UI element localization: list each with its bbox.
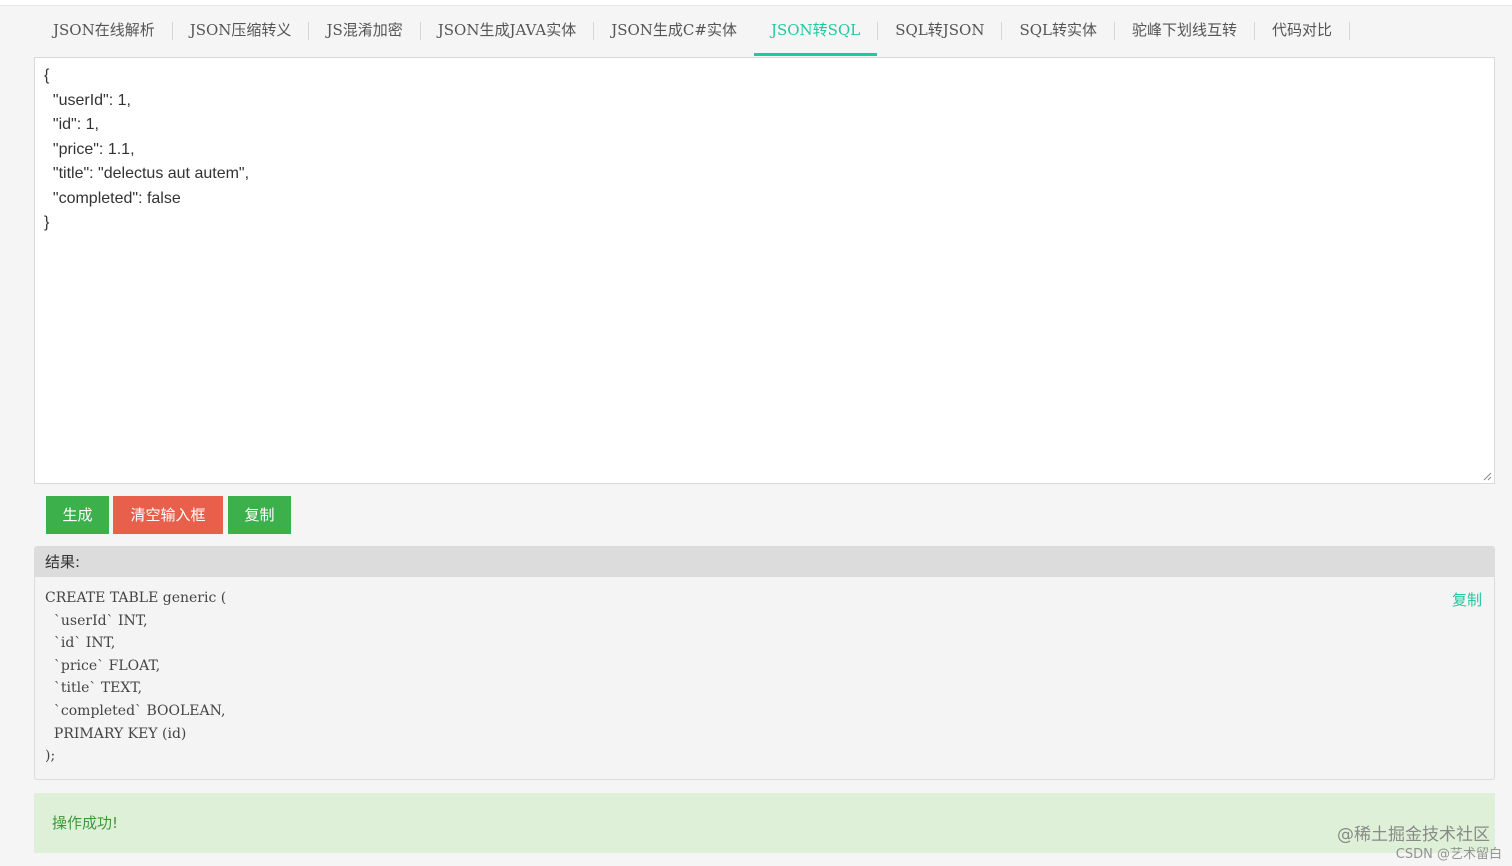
result-copy-link[interactable]: 复制	[1452, 589, 1482, 610]
clear-input-button[interactable]: 清空输入框	[113, 496, 223, 534]
result-panel: 结果: CREATE TABLE generic ( `userId` INT,…	[34, 546, 1495, 780]
tab-camel-snake[interactable]: 驼峰下划线互转	[1115, 6, 1254, 56]
copy-button[interactable]: 复制	[228, 496, 291, 534]
tab-json-to-sql[interactable]: JSON转SQL	[753, 6, 878, 56]
success-message: 操作成功!	[52, 814, 119, 832]
generate-button[interactable]: 生成	[46, 496, 109, 534]
tool-tabs: JSON在线解析 JSON压缩转义 JS混淆加密 JSON生成JAVA实体 JS…	[36, 6, 1351, 56]
json-input-value[interactable]: { "userId": 1, "id": 1, "price": 1.1, "t…	[44, 64, 249, 236]
tab-code-diff[interactable]: 代码对比	[1255, 6, 1349, 56]
tab-json-to-csharp[interactable]: JSON生成C#实体	[594, 6, 754, 56]
result-header: 结果:	[35, 547, 1494, 577]
success-alert: 操作成功!	[34, 793, 1495, 853]
tab-divider	[1349, 22, 1351, 40]
watermark-juejin: @稀土掘金技术社区	[1337, 825, 1490, 845]
json-input-textarea[interactable]: { "userId": 1, "id": 1, "price": 1.1, "t…	[34, 57, 1495, 484]
tab-json-compress[interactable]: JSON压缩转义	[173, 6, 309, 56]
resize-handle-icon[interactable]	[1482, 471, 1492, 481]
watermark-csdn: CSDN @艺术留白	[1395, 847, 1502, 862]
tab-js-obfuscate[interactable]: JS混淆加密	[309, 6, 419, 56]
result-sql-output: CREATE TABLE generic ( `userId` INT, `id…	[45, 590, 227, 765]
tab-sql-to-entity[interactable]: SQL转实体	[1002, 6, 1114, 56]
tab-json-parse[interactable]: JSON在线解析	[36, 6, 172, 56]
tab-sql-to-json[interactable]: SQL转JSON	[878, 6, 1001, 56]
tab-json-to-java[interactable]: JSON生成JAVA实体	[421, 6, 593, 56]
